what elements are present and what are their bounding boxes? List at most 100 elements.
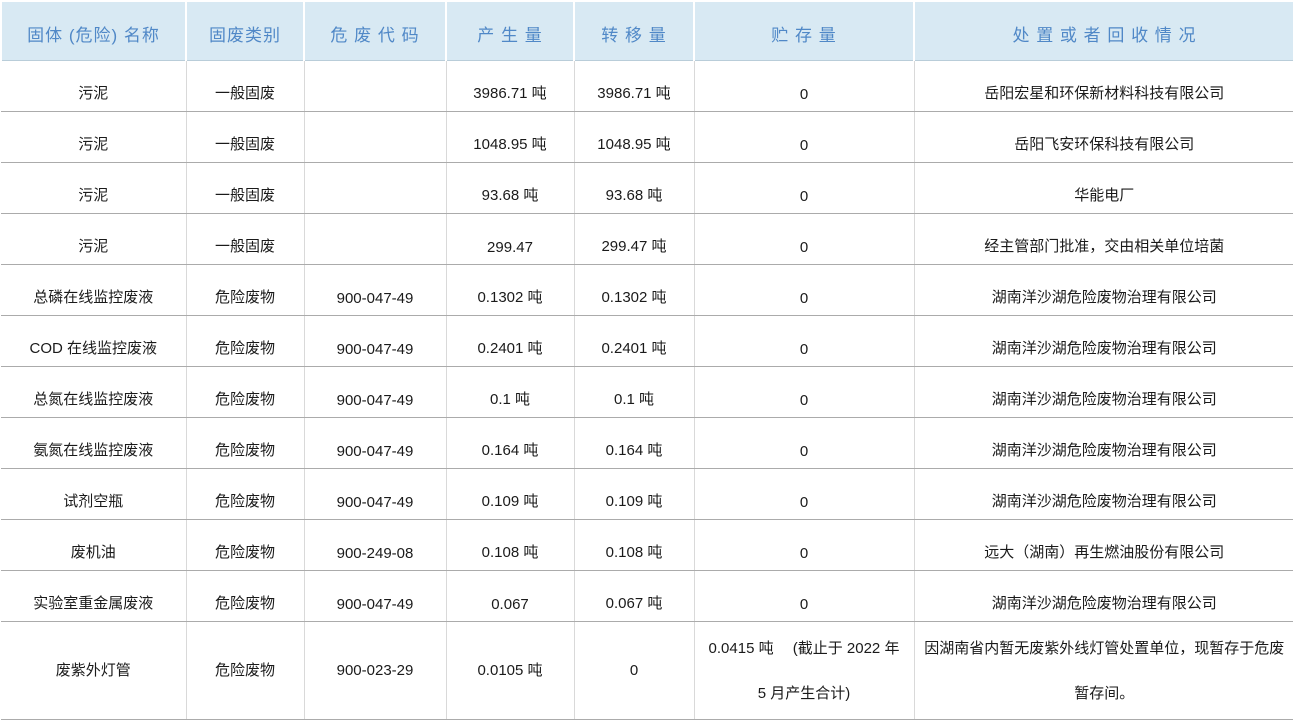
cell-code: 900-047-49	[304, 418, 446, 469]
table-row: 试剂空瓶危险废物900-047-490.109 吨0.109 吨0湖南洋沙湖危险…	[1, 469, 1293, 520]
cell-category: 危险废物	[186, 367, 304, 418]
cell-disposal: 远大（湖南）再生燃油股份有限公司	[914, 520, 1293, 571]
cell-produced: 93.68 吨	[446, 163, 574, 214]
cell-name: 废机油	[1, 520, 186, 571]
cell-produced: 299.47	[446, 214, 574, 265]
cell-disposal: 湖南洋沙湖危险废物治理有限公司	[914, 571, 1293, 622]
cell-transferred: 3986.71 吨	[574, 61, 694, 112]
cell-code	[304, 163, 446, 214]
cell-stored: 0	[694, 163, 914, 214]
col-header-category: 固废类别	[186, 1, 304, 61]
cell-category: 危险废物	[186, 469, 304, 520]
cell-stored: 0	[694, 112, 914, 163]
cell-stored: 0	[694, 61, 914, 112]
cell-category: 危险废物	[186, 622, 304, 720]
cell-name: 氨氮在线监控废液	[1, 418, 186, 469]
cell-transferred: 0.108 吨	[574, 520, 694, 571]
cell-transferred: 0.1302 吨	[574, 265, 694, 316]
cell-disposal: 华能电厂	[914, 163, 1293, 214]
cell-transferred: 1048.95 吨	[574, 112, 694, 163]
cell-category: 危险废物	[186, 265, 304, 316]
cell-name: 试剂空瓶	[1, 469, 186, 520]
cell-produced: 0.0105 吨	[446, 622, 574, 720]
cell-name: 总氮在线监控废液	[1, 367, 186, 418]
cell-name: 污泥	[1, 61, 186, 112]
cell-disposal: 湖南洋沙湖危险废物治理有限公司	[914, 469, 1293, 520]
cell-disposal: 岳阳飞安环保科技有限公司	[914, 112, 1293, 163]
col-header-disposal: 处 置 或 者 回 收 情 况	[914, 1, 1293, 61]
cell-produced: 0.1 吨	[446, 367, 574, 418]
cell-transferred: 0.109 吨	[574, 469, 694, 520]
cell-name: 废紫外灯管	[1, 622, 186, 720]
cell-code: 900-047-49	[304, 265, 446, 316]
cell-transferred: 0	[574, 622, 694, 720]
cell-name: 污泥	[1, 214, 186, 265]
solid-waste-table: 固体 (危险) 名称 固废类别 危 废 代 码 产 生 量 转 移 量 贮 存 …	[0, 0, 1293, 720]
cell-category: 危险废物	[186, 571, 304, 622]
cell-code	[304, 214, 446, 265]
cell-code: 900-023-29	[304, 622, 446, 720]
cell-disposal: 湖南洋沙湖危险废物治理有限公司	[914, 316, 1293, 367]
cell-stored: 0	[694, 418, 914, 469]
cell-category: 一般固废	[186, 61, 304, 112]
table-row: 污泥一般固废3986.71 吨3986.71 吨0岳阳宏星和环保新材料科技有限公…	[1, 61, 1293, 112]
table-row: 污泥一般固废93.68 吨93.68 吨0华能电厂	[1, 163, 1293, 214]
cell-produced: 0.109 吨	[446, 469, 574, 520]
col-header-stored: 贮 存 量	[694, 1, 914, 61]
cell-disposal: 湖南洋沙湖危险废物治理有限公司	[914, 418, 1293, 469]
cell-produced: 0.1302 吨	[446, 265, 574, 316]
col-header-code: 危 废 代 码	[304, 1, 446, 61]
table-row: 氨氮在线监控废液危险废物900-047-490.164 吨0.164 吨0湖南洋…	[1, 418, 1293, 469]
cell-name: COD 在线监控废液	[1, 316, 186, 367]
table-row: 实验室重金属废液危险废物900-047-490.0670.067 吨0湖南洋沙湖…	[1, 571, 1293, 622]
table-row: 废机油危险废物900-249-080.108 吨0.108 吨0远大（湖南）再生…	[1, 520, 1293, 571]
cell-transferred: 299.47 吨	[574, 214, 694, 265]
cell-transferred: 0.164 吨	[574, 418, 694, 469]
cell-produced: 0.164 吨	[446, 418, 574, 469]
table-row: COD 在线监控废液危险废物900-047-490.2401 吨0.2401 吨…	[1, 316, 1293, 367]
cell-code: 900-249-08	[304, 520, 446, 571]
col-header-waste-name: 固体 (危险) 名称	[1, 1, 186, 61]
cell-stored: 0	[694, 571, 914, 622]
cell-disposal: 岳阳宏星和环保新材料科技有限公司	[914, 61, 1293, 112]
cell-category: 一般固废	[186, 112, 304, 163]
cell-category: 一般固废	[186, 214, 304, 265]
cell-produced: 0.2401 吨	[446, 316, 574, 367]
cell-code	[304, 112, 446, 163]
table-row: 总磷在线监控废液危险废物900-047-490.1302 吨0.1302 吨0湖…	[1, 265, 1293, 316]
cell-category: 危险废物	[186, 316, 304, 367]
cell-stored: 0.0415 吨 (截止于 2022 年 5 月产生合计)	[694, 622, 914, 720]
cell-disposal: 湖南洋沙湖危险废物治理有限公司	[914, 367, 1293, 418]
cell-stored: 0	[694, 214, 914, 265]
table-body: 污泥一般固废3986.71 吨3986.71 吨0岳阳宏星和环保新材料科技有限公…	[1, 61, 1293, 720]
cell-category: 危险废物	[186, 418, 304, 469]
cell-disposal: 湖南洋沙湖危险废物治理有限公司	[914, 265, 1293, 316]
cell-transferred: 93.68 吨	[574, 163, 694, 214]
cell-name: 污泥	[1, 112, 186, 163]
cell-name: 总磷在线监控废液	[1, 265, 186, 316]
cell-stored: 0	[694, 520, 914, 571]
table-row: 总氮在线监控废液危险废物900-047-490.1 吨0.1 吨0湖南洋沙湖危险…	[1, 367, 1293, 418]
table-header-row: 固体 (危险) 名称 固废类别 危 废 代 码 产 生 量 转 移 量 贮 存 …	[1, 1, 1293, 61]
cell-produced: 1048.95 吨	[446, 112, 574, 163]
cell-stored: 0	[694, 265, 914, 316]
cell-code	[304, 61, 446, 112]
col-header-transferred: 转 移 量	[574, 1, 694, 61]
cell-code: 900-047-49	[304, 469, 446, 520]
cell-transferred: 0.067 吨	[574, 571, 694, 622]
cell-disposal: 因湖南省内暂无废紫外线灯管处置单位，现暂存于危废 暂存间。	[914, 622, 1293, 720]
table-row: 废紫外灯管危险废物900-023-290.0105 吨00.0415 吨 (截止…	[1, 622, 1293, 720]
cell-produced: 0.067	[446, 571, 574, 622]
cell-produced: 0.108 吨	[446, 520, 574, 571]
cell-code: 900-047-49	[304, 316, 446, 367]
col-header-produced: 产 生 量	[446, 1, 574, 61]
table-row: 污泥一般固废1048.95 吨1048.95 吨0岳阳飞安环保科技有限公司	[1, 112, 1293, 163]
cell-code: 900-047-49	[304, 571, 446, 622]
cell-produced: 3986.71 吨	[446, 61, 574, 112]
cell-stored: 0	[694, 469, 914, 520]
cell-name: 实验室重金属废液	[1, 571, 186, 622]
cell-category: 危险废物	[186, 520, 304, 571]
cell-stored: 0	[694, 316, 914, 367]
cell-transferred: 0.1 吨	[574, 367, 694, 418]
cell-name: 污泥	[1, 163, 186, 214]
